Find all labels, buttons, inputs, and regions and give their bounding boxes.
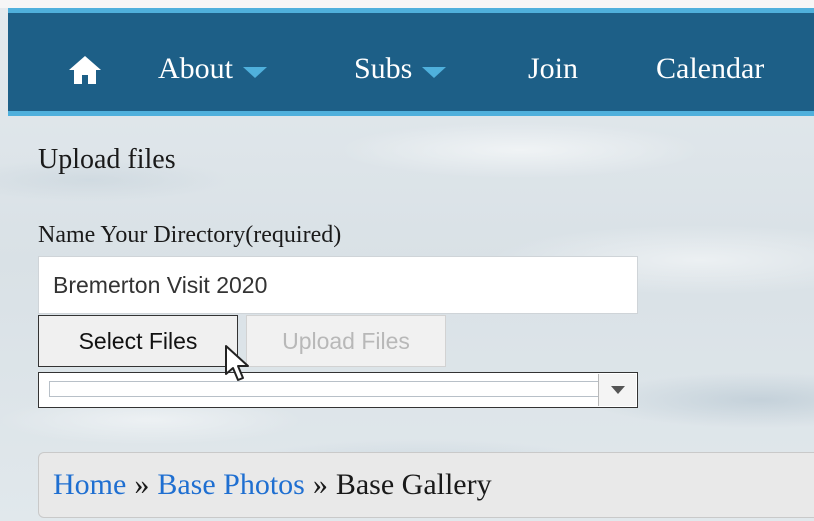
- chevron-down-icon: [243, 66, 267, 78]
- nav-item-calendar[interactable]: Calendar: [656, 51, 764, 87]
- main-navbar: About Subs Join Calendar: [8, 8, 814, 116]
- home-icon[interactable]: [68, 55, 102, 85]
- nav-item-subs[interactable]: Subs: [354, 51, 447, 87]
- top-strip: [0, 0, 814, 8]
- nav-item-about[interactable]: About: [158, 51, 267, 87]
- breadcrumb: Home » Base Photos » Base Gallery: [38, 452, 814, 518]
- chevron-down-icon: [422, 66, 447, 78]
- nav-item-about-label: About: [158, 52, 233, 85]
- breadcrumb-separator: »: [312, 468, 328, 501]
- breadcrumb-current-page: Base Gallery: [335, 468, 492, 501]
- mouse-pointer-icon: [225, 345, 249, 381]
- nav-item-join-label: Join: [528, 52, 579, 85]
- breadcrumb-link-home[interactable]: Home: [53, 468, 126, 502]
- directory-label: Name Your Directory(required): [38, 222, 342, 248]
- nav-item-subs-label: Subs: [354, 52, 413, 85]
- upload-files-button[interactable]: Upload Files: [246, 315, 446, 367]
- breadcrumb-link-base-photos[interactable]: Base Photos: [157, 468, 305, 502]
- nav-item-join[interactable]: Join: [528, 51, 578, 87]
- dropdown-arrow-icon[interactable]: [598, 374, 636, 406]
- upload-progress-dropdown[interactable]: [38, 372, 638, 408]
- nav-item-calendar-label: Calendar: [656, 52, 765, 85]
- directory-name-input[interactable]: [38, 256, 638, 314]
- breadcrumb-separator: »: [134, 468, 150, 501]
- upload-progress-bar: [49, 381, 635, 397]
- upload-title: Upload files: [38, 144, 176, 175]
- select-files-button[interactable]: Select Files: [38, 315, 238, 367]
